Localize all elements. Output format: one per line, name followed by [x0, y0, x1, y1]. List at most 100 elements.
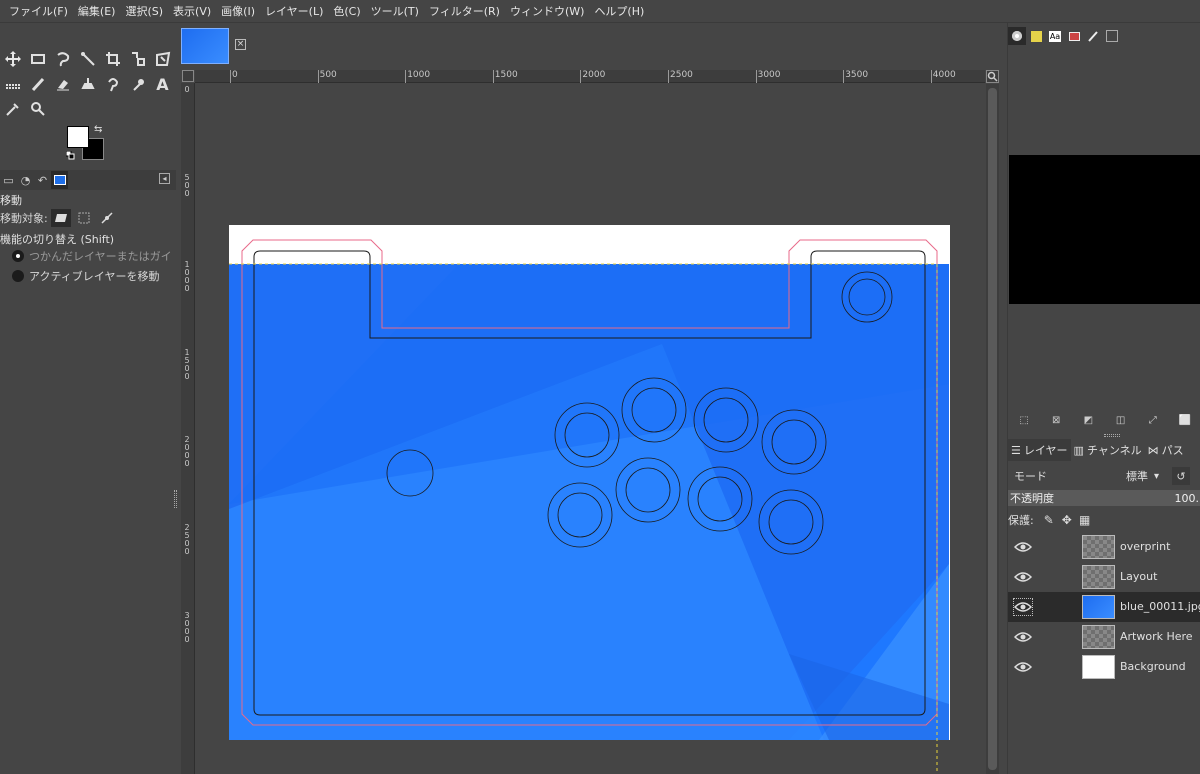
- layer-thumbnail[interactable]: [1082, 595, 1115, 619]
- warp-icon[interactable]: [150, 47, 175, 71]
- foreground-color-swatch[interactable]: [67, 126, 89, 148]
- radio-button[interactable]: [12, 250, 24, 262]
- tool-options-tab-icon[interactable]: ▭: [0, 171, 17, 189]
- reset-colors-icon[interactable]: [65, 150, 75, 160]
- tab-paths[interactable]: ⋈ パス: [1145, 439, 1187, 461]
- layer-row[interactable]: Background: [1008, 652, 1200, 682]
- gradient-icon[interactable]: [0, 72, 25, 96]
- fit-image-icon[interactable]: ◫: [1114, 413, 1128, 427]
- lock-alpha-icon[interactable]: ▦: [1076, 512, 1094, 528]
- mode-reset-icon[interactable]: ↺: [1172, 467, 1190, 485]
- vertical-ruler[interactable]: 0 5 0 0 1 0 0 0 1 5 0 0 2 0 0 0 2 5 0 0 3 0 0 …: [181, 83, 195, 774]
- fonts-tab-icon[interactable]: Aa: [1046, 27, 1064, 45]
- layer-name[interactable]: Artwork Here: [1120, 630, 1193, 643]
- radio-button[interactable]: [12, 270, 24, 282]
- visibility-eye-icon[interactable]: [1013, 598, 1033, 616]
- crop-icon[interactable]: [100, 47, 125, 71]
- layer-name[interactable]: blue_00011.jpg: [1120, 600, 1200, 613]
- lock-position-icon[interactable]: ✥: [1058, 512, 1076, 528]
- layer-thumbnail[interactable]: [1082, 565, 1115, 589]
- layer-thumbnail[interactable]: [1082, 535, 1115, 559]
- dodge-icon[interactable]: [125, 72, 150, 96]
- clone-icon[interactable]: [75, 72, 100, 96]
- lock-pixels-icon[interactable]: ✎: [1040, 512, 1058, 528]
- dock-resize-handle[interactable]: [174, 490, 177, 508]
- document-history-tab-icon[interactable]: [1065, 27, 1083, 45]
- layer-name[interactable]: overprint: [1120, 540, 1170, 553]
- gradients-tab-icon[interactable]: [1103, 27, 1121, 45]
- menu-item[interactable]: 画像(I): [216, 3, 260, 19]
- paintbrush-icon[interactable]: [25, 72, 50, 96]
- zoom-in-icon[interactable]: ⊠: [1049, 413, 1063, 427]
- radio-active-layer[interactable]: アクティブレイヤーを移動: [12, 268, 159, 284]
- dock-resize-handle[interactable]: [1104, 434, 1120, 437]
- layer-name[interactable]: Layout: [1120, 570, 1157, 583]
- visibility-eye-icon[interactable]: [1013, 568, 1033, 586]
- navigator-preview[interactable]: [1009, 155, 1200, 304]
- tab-channels[interactable]: ▥ チャンネル: [1071, 439, 1145, 461]
- device-status-tab-icon[interactable]: ◔: [17, 171, 34, 189]
- menu-item[interactable]: 選択(S): [120, 3, 168, 19]
- rect-select-icon[interactable]: [25, 47, 50, 71]
- free-select-icon[interactable]: [50, 47, 75, 71]
- menu-item[interactable]: ツール(T): [366, 3, 424, 19]
- swap-colors-icon[interactable]: ⇆: [94, 124, 102, 135]
- opacity-value[interactable]: 100.: [1175, 492, 1200, 505]
- visibility-eye-icon[interactable]: [1013, 628, 1033, 646]
- scrollbar-thumb[interactable]: [988, 88, 997, 770]
- brush-dock-tabs: Aa: [1008, 26, 1122, 46]
- layer-row[interactable]: overprint: [1008, 532, 1200, 562]
- vertical-scrollbar[interactable]: [986, 84, 999, 774]
- zoom-out-icon[interactable]: ⬚: [1017, 413, 1031, 427]
- undo-history-tab-icon[interactable]: ↶: [34, 171, 51, 189]
- layer-thumbnail[interactable]: [1082, 655, 1115, 679]
- fuzzy-select-icon[interactable]: [75, 47, 100, 71]
- visibility-eye-icon[interactable]: [1013, 538, 1033, 556]
- eraser-icon[interactable]: [50, 72, 75, 96]
- radio-pick-layer[interactable]: つかんだレイヤーまたはガイ: [12, 248, 172, 264]
- patterns-tab-icon[interactable]: [1027, 27, 1045, 45]
- close-image-tab-icon[interactable]: ×: [235, 39, 246, 50]
- zoom-one-icon[interactable]: ◩: [1081, 413, 1095, 427]
- ruler-label: 2 5 0 0: [184, 523, 190, 556]
- menu-item[interactable]: 色(C): [328, 3, 365, 19]
- smudge-icon[interactable]: [100, 72, 125, 96]
- quick-mask-toggle[interactable]: [182, 70, 194, 82]
- zoom-icon[interactable]: [25, 97, 50, 121]
- shrink-wrap-icon[interactable]: ⬜: [1178, 413, 1192, 427]
- layer-row[interactable]: Artwork Here: [1008, 622, 1200, 652]
- menu-item[interactable]: フィルター(R): [424, 3, 505, 19]
- chevron-down-icon[interactable]: ▾: [1154, 471, 1172, 482]
- visibility-eye-icon[interactable]: [1013, 658, 1033, 676]
- move-selection-option-icon[interactable]: [74, 209, 94, 227]
- tab-layers[interactable]: ☰ レイヤー: [1008, 439, 1071, 461]
- paint-dynamics-tab-icon[interactable]: [1084, 27, 1102, 45]
- layer-name[interactable]: Background: [1120, 660, 1186, 673]
- layer-thumbnail[interactable]: [1082, 625, 1115, 649]
- move-path-option-icon[interactable]: [97, 209, 117, 227]
- brushes-tab-icon[interactable]: [1008, 27, 1026, 45]
- canvas[interactable]: [196, 84, 985, 774]
- layer-row[interactable]: blue_00011.jpg: [1008, 592, 1200, 622]
- move-target-label: 移動対象:: [0, 212, 48, 225]
- move-tool-icon[interactable]: [0, 47, 25, 71]
- fit-window-icon[interactable]: ⤢: [1146, 413, 1160, 427]
- color-picker-icon[interactable]: [0, 97, 25, 121]
- images-tab-icon[interactable]: [51, 171, 68, 189]
- image-tab-thumbnail[interactable]: [181, 28, 229, 64]
- navigate-icon[interactable]: [986, 70, 999, 83]
- text-icon[interactable]: A: [150, 72, 175, 96]
- horizontal-ruler[interactable]: 0 500 1000 1500 2000 2500 3000 3500 4000: [195, 70, 985, 83]
- layer-row[interactable]: Layout: [1008, 562, 1200, 592]
- mode-select[interactable]: 標準: [1126, 468, 1154, 484]
- opacity-slider[interactable]: 不透明度 100.: [1008, 490, 1200, 506]
- menu-item[interactable]: ファイル(F): [4, 3, 73, 19]
- menu-item[interactable]: ウィンドウ(W): [505, 3, 589, 19]
- panel-menu-arrow-icon[interactable]: ◂: [159, 173, 170, 184]
- move-layer-option-icon[interactable]: [50, 209, 71, 227]
- menu-item[interactable]: レイヤー(L): [260, 3, 328, 19]
- unified-transform-icon[interactable]: [125, 47, 150, 71]
- menu-item[interactable]: ヘルプ(H): [589, 3, 649, 19]
- menu-item[interactable]: 編集(E): [73, 3, 121, 19]
- menu-item[interactable]: 表示(V): [168, 3, 216, 19]
